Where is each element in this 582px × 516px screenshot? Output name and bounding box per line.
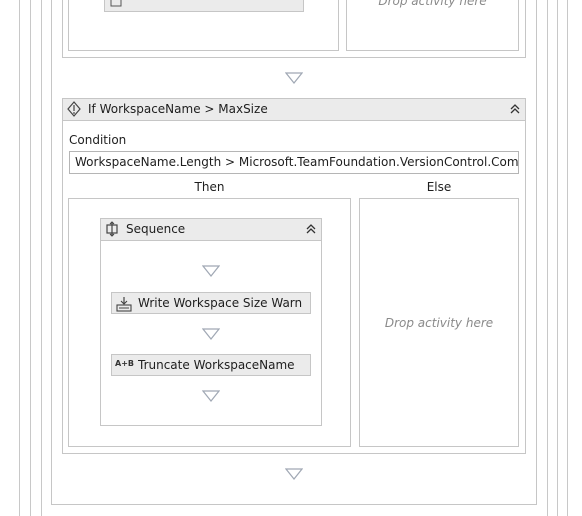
write-line-activity[interactable]: Write Workspace Size Warn xyxy=(111,292,311,314)
outer-frame-right-line-2 xyxy=(557,0,558,516)
assign-icon: A+B xyxy=(115,359,134,368)
assign-label: Truncate WorkspaceName xyxy=(138,358,295,372)
outer-frame-left-line xyxy=(19,0,20,516)
else-drop-text: Drop activity here xyxy=(384,316,494,330)
if-activity-icon xyxy=(66,101,82,120)
sequence-title: Sequence xyxy=(126,222,186,236)
drop-arrow-icon[interactable] xyxy=(285,72,303,84)
condition-label: Condition xyxy=(69,133,127,147)
sequence-icon xyxy=(104,221,120,240)
if-activity-title: If WorkspaceName > MaxSize xyxy=(88,102,268,116)
assign-activity[interactable]: A+B Truncate WorkspaceName xyxy=(111,354,311,376)
previous-activity[interactable] xyxy=(104,0,304,12)
outer-frame-right-line-3 xyxy=(567,0,568,516)
condition-input[interactable]: WorkspaceName.Length > Microsoft.TeamFou… xyxy=(69,151,519,174)
collapse-icon[interactable] xyxy=(305,223,317,238)
drop-arrow-icon[interactable] xyxy=(285,468,303,480)
outer-frame-right-line xyxy=(547,0,548,516)
drop-arrow-icon[interactable] xyxy=(202,390,220,402)
else-label: Else xyxy=(426,180,452,194)
previous-else-drop-text: Drop activity here xyxy=(378,0,487,8)
drop-arrow-icon[interactable] xyxy=(202,328,220,340)
write-line-icon xyxy=(116,296,132,315)
write-line-label: Write Workspace Size Warn xyxy=(138,296,303,310)
then-label: Then xyxy=(194,180,225,194)
collapse-icon[interactable] xyxy=(509,103,521,118)
outer-frame-left-line-2 xyxy=(30,0,31,516)
outer-frame-left-line-3 xyxy=(41,0,42,516)
activity-icon xyxy=(110,0,124,11)
drop-arrow-icon[interactable] xyxy=(202,265,220,277)
